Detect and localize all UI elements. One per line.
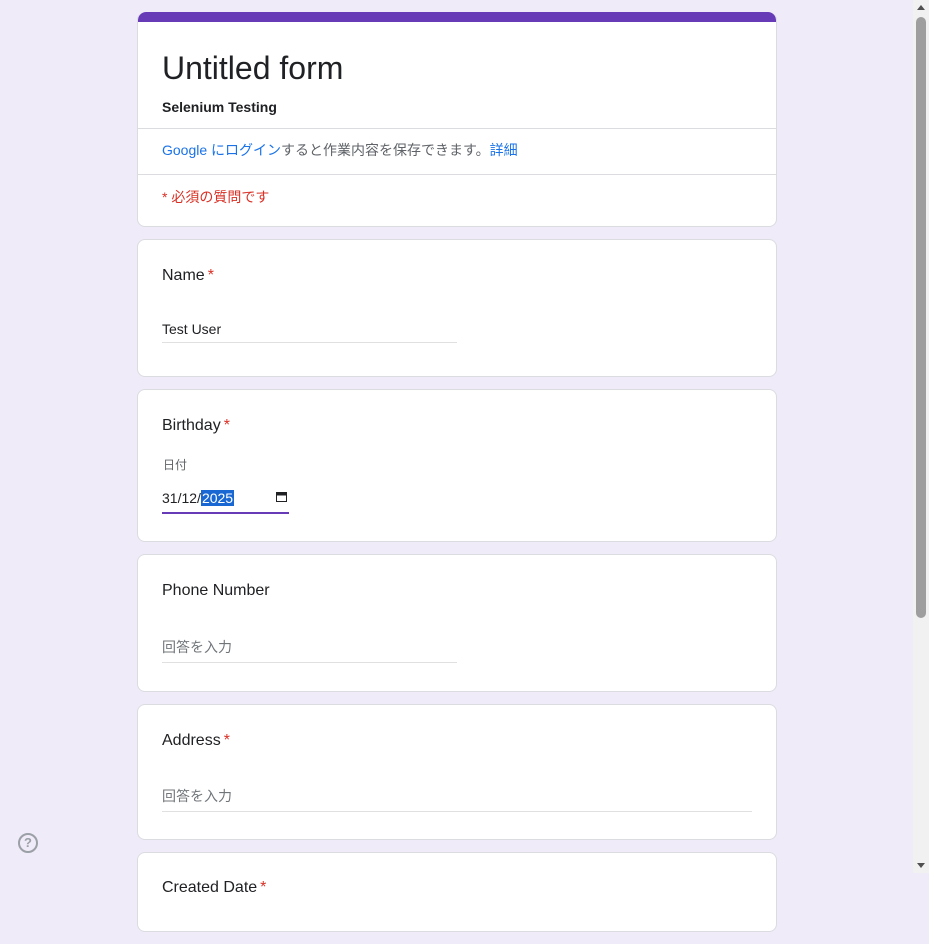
login-notice-text: すると作業内容を保存できます。 [281, 142, 490, 158]
required-star: * [260, 879, 267, 896]
question-card-name: Name * Test User [137, 239, 777, 377]
details-link[interactable]: 詳細 [490, 142, 518, 158]
question-title-text: Address [162, 732, 221, 749]
question-card-birthday: Birthday * 日付 31/12/2025 [137, 389, 777, 542]
phone-input[interactable]: 回答を入力 [162, 637, 457, 663]
question-title: Birthday * [138, 390, 776, 435]
required-star: * [223, 732, 230, 749]
calendar-icon[interactable] [276, 491, 287, 502]
question-card-address: Address * 回答を入力 [137, 704, 777, 840]
login-notice: Google にログインすると作業内容を保存できます。詳細 [138, 129, 776, 174]
question-title-text: Birthday [162, 417, 221, 434]
question-title: Name * [138, 240, 776, 285]
question-card-phone: Phone Number 回答を入力 [137, 554, 777, 692]
question-card-next: Created Date * [137, 852, 777, 932]
required-star: * [223, 417, 230, 434]
form-title: Untitled form [162, 50, 344, 86]
scrollbar-thumb[interactable] [916, 17, 926, 618]
scroll-down-arrow-icon[interactable] [917, 863, 925, 868]
question-title-text: Created Date [162, 879, 258, 896]
google-login-link[interactable]: Google にログイン [162, 142, 281, 158]
form-description: Selenium Testing [162, 99, 277, 115]
help-icon[interactable]: ? [18, 833, 38, 853]
date-value-prefix: 31/12/ [162, 490, 201, 506]
required-star: * [207, 267, 214, 284]
question-title: Created Date * [138, 853, 776, 897]
form-header-card: Untitled form Selenium Testing Google にロ… [137, 12, 777, 227]
header-accent-bar [138, 12, 776, 22]
birthday-date-input[interactable]: 31/12/2025 [162, 489, 289, 514]
question-title: Address * [138, 705, 776, 750]
form-container: Untitled form Selenium Testing Google にロ… [137, 12, 777, 944]
date-label: 日付 [163, 458, 188, 472]
question-title-text: Name [162, 267, 205, 284]
required-note: * 必須の質問です [162, 189, 270, 205]
name-input[interactable]: Test User [162, 321, 457, 343]
address-input[interactable]: 回答を入力 [162, 786, 752, 812]
vertical-scrollbar[interactable] [913, 0, 929, 873]
date-year-selected[interactable]: 2025 [200, 490, 235, 506]
scroll-up-arrow-icon[interactable] [917, 5, 925, 10]
question-title: Phone Number [162, 582, 270, 599]
